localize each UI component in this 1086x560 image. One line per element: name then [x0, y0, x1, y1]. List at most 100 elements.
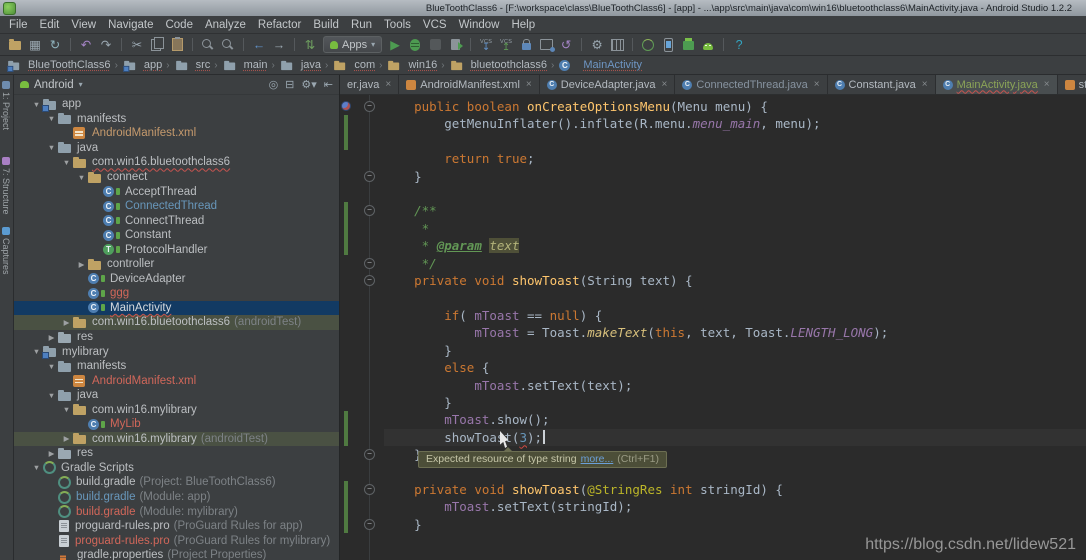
tab-connectedthread-java[interactable]: C ConnectedThread.java ×	[675, 75, 828, 94]
close-icon[interactable]: ×	[922, 79, 928, 90]
breadcrumb-item-win16[interactable]: win16	[386, 59, 437, 72]
tree-row[interactable]: AndroidManifest.xml	[14, 126, 339, 141]
fold-marker-icon[interactable]: −	[364, 170, 375, 182]
twisty-icon[interactable]: ▼	[61, 158, 72, 167]
tree-row[interactable]: Cggg	[14, 286, 339, 301]
tree-row[interactable]: C DeviceAdapter	[14, 272, 339, 287]
code-line[interactable]: − }	[340, 515, 1086, 534]
code-line[interactable]	[340, 289, 1086, 306]
tree-row[interactable]: ▼ java	[14, 388, 339, 403]
tree-row[interactable]: ▼ manifests	[14, 359, 339, 374]
twisty-icon[interactable]: ▼	[31, 347, 42, 356]
paste-icon[interactable]	[168, 36, 186, 54]
code-line[interactable]	[340, 185, 1086, 202]
code-line[interactable]: − public boolean onCreateOptionsMenu(Men…	[340, 98, 1086, 115]
undo-icon[interactable]: ↶	[77, 36, 95, 54]
code-line[interactable]: }	[340, 342, 1086, 359]
code-line[interactable]	[340, 132, 1086, 151]
tool-button-structure[interactable]: 7: Structure	[1, 157, 11, 215]
menu-edit[interactable]: Edit	[34, 19, 66, 31]
twisty-icon[interactable]: ▶	[61, 318, 72, 327]
code-line[interactable]: *	[340, 219, 1086, 238]
tooltip-more-link[interactable]: more...	[581, 453, 614, 465]
tree-row[interactable]: build.gradle (Project: BlueToothClass6)	[14, 475, 339, 490]
gradle-sync-icon[interactable]	[639, 36, 657, 54]
twisty-icon[interactable]: ▶	[61, 434, 72, 443]
vcs-commit-icon[interactable]: VCS ↥	[497, 36, 515, 54]
project-hide-panel-icon[interactable]: ⇤	[324, 78, 333, 91]
override-method-icon[interactable]	[341, 101, 351, 111]
fold-marker-icon[interactable]: −	[364, 275, 375, 287]
code-line[interactable]: − */	[340, 255, 1086, 272]
fold-marker-icon[interactable]: −	[364, 257, 375, 269]
run-with-coverage-icon[interactable]	[426, 36, 444, 54]
vcs-shelve-icon[interactable]	[537, 36, 555, 54]
replace-icon[interactable]	[219, 36, 237, 54]
code-line[interactable]: }	[340, 394, 1086, 411]
menu-analyze[interactable]: Analyze	[199, 19, 252, 31]
code-line[interactable]: − private void showToast(String text) {	[340, 272, 1086, 289]
twisty-icon[interactable]: ▼	[46, 391, 57, 400]
tree-row[interactable]: C ConnectThread	[14, 213, 339, 228]
tool-button-project[interactable]: 1: Project	[1, 81, 11, 130]
save-all-icon[interactable]: ▦	[26, 36, 44, 54]
tree-row[interactable]: T ProtocolHandler	[14, 242, 339, 257]
fold-marker-icon[interactable]: −	[364, 518, 375, 530]
tree-row[interactable]: C ConnectedThread	[14, 199, 339, 214]
menu-build[interactable]: Build	[307, 19, 345, 31]
code-line[interactable]: mToast.setText(text);	[340, 377, 1086, 394]
close-icon[interactable]: ×	[1044, 79, 1050, 90]
tree-row[interactable]: C Constant	[14, 228, 339, 243]
close-icon[interactable]: ×	[385, 79, 391, 90]
breadcrumb-item-com[interactable]: com	[332, 59, 375, 72]
avd-manager-icon[interactable]	[659, 36, 677, 54]
tree-row[interactable]: ▶ res	[14, 330, 339, 345]
code-line[interactable]: mToast.show();	[340, 411, 1086, 429]
twisty-icon[interactable]: ▶	[76, 260, 87, 269]
tree-row[interactable]: ▼ mylibrary	[14, 344, 339, 360]
twisty-icon[interactable]: ▼	[31, 463, 42, 472]
vcs-update-icon[interactable]: VCS ↧	[477, 36, 495, 54]
tree-row[interactable]: build.gradle (Module: app)	[14, 490, 339, 505]
breadcrumb-item-main[interactable]: main	[222, 59, 267, 72]
twisty-icon[interactable]: ▼	[76, 173, 87, 182]
twisty-icon[interactable]: ▼	[46, 362, 57, 371]
tree-row[interactable]: gradle.properties (Project Properties)	[14, 548, 339, 560]
tree-row[interactable]: ▼ Gradle Scripts	[14, 461, 339, 476]
menu-tools[interactable]: Tools	[378, 19, 417, 31]
fold-marker-icon[interactable]: −	[364, 205, 375, 217]
breadcrumb-item-src[interactable]: src	[174, 59, 210, 72]
android-device-monitor-icon[interactable]	[699, 36, 717, 54]
debug-icon[interactable]	[406, 36, 424, 54]
breadcrumb-item-app[interactable]: app	[122, 59, 162, 72]
breadcrumb-item-bluetoothclass6[interactable]: bluetoothclass6	[449, 59, 547, 72]
menu-vcs[interactable]: VCS	[417, 19, 453, 31]
twisty-icon[interactable]: ▶	[46, 333, 57, 342]
code-line[interactable]: if( mToast == null) {	[340, 307, 1086, 324]
synchronize-icon[interactable]: ↻	[46, 36, 64, 54]
close-icon[interactable]: ×	[526, 79, 532, 90]
close-icon[interactable]: ×	[662, 79, 668, 90]
tree-row[interactable]: build.gradle (Module: mylibrary)	[14, 504, 339, 519]
back-icon[interactable]: ←	[250, 36, 268, 54]
rollback-icon[interactable]: ↺	[557, 36, 575, 54]
tree-row[interactable]: ▼ manifests	[14, 112, 339, 127]
menu-refactor[interactable]: Refactor	[252, 19, 307, 31]
help-icon[interactable]: ?	[730, 36, 748, 54]
breadcrumb-item-java[interactable]: java	[279, 59, 321, 72]
code-line[interactable]: showToast(3);	[340, 428, 1086, 447]
tree-row[interactable]: AndroidManifest.xml	[14, 373, 339, 388]
run-config-toggle-icon[interactable]: ⇅	[301, 36, 319, 54]
open-file-icon[interactable]	[6, 36, 24, 54]
tree-row[interactable]: proguard-rules.pro (ProGuard Rules for my…	[14, 533, 339, 548]
twisty-icon[interactable]: ▼	[46, 143, 57, 152]
close-icon[interactable]: ×	[814, 79, 820, 90]
project-structure-icon[interactable]	[608, 36, 626, 54]
vcs-lock-icon[interactable]	[517, 36, 535, 54]
tab-androidmanifest-xml[interactable]: AndroidManifest.xml ×	[399, 75, 540, 94]
tab-constant-java[interactable]: C Constant.java ×	[827, 75, 936, 94]
twisty-icon[interactable]: ▼	[31, 100, 42, 109]
tree-row[interactable]: ▶ com.win16.bluetoothclass6 (androidTest)	[14, 315, 339, 330]
tab-strings-xml[interactable]: strings.xml×	[1057, 75, 1086, 94]
code-line[interactable]: getMenuInflater().inflate(R.menu.menu_ma…	[340, 115, 1086, 133]
